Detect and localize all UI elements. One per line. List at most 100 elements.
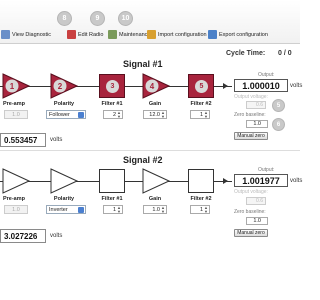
signal-2-output-voltage-field: 0.6: [246, 197, 266, 205]
signal-1-title: Signal #1: [123, 59, 163, 69]
preamp-block-1-number: 1: [10, 82, 15, 91]
polarity-select-2-value: Inverter: [49, 206, 68, 213]
preamp-block-2[interactable]: [2, 168, 30, 194]
signal-1-input-units: volts: [50, 137, 63, 143]
stepper-arrows-icon[interactable]: ▲ ▼: [204, 111, 208, 119]
chevron-down-icon: [78, 112, 84, 118]
chevron-down-icon: [78, 207, 84, 213]
stepper-arrows-icon[interactable]: ▲ ▼: [204, 206, 208, 214]
export-configuration-label: Export configuration: [219, 31, 268, 38]
view-diagnostic-label: View Diagnostic: [12, 31, 52, 38]
signal-1-output-label: Output:: [258, 72, 275, 78]
signal-1-output-units: volts: [290, 83, 303, 89]
signal-2-output-voltage-label: Output voltage:: [234, 189, 268, 195]
signal-1-output-voltage-label: Output voltage:: [234, 94, 268, 100]
gain-label-2: Gain: [148, 196, 162, 202]
export-configuration-button[interactable]: Export configuration: [208, 28, 268, 41]
preamp-gain-field-1: 1.0: [4, 110, 28, 119]
maintenance-button[interactable]: Maintenance: [108, 28, 151, 41]
filter1-block-2[interactable]: [99, 169, 125, 193]
callout-badge-10: 10: [118, 11, 133, 26]
callout-badge-8: 8: [57, 11, 72, 26]
stepper-arrows-icon[interactable]: ▲ ▼: [161, 206, 165, 214]
signal-2-zero-baseline-label: Zero baseline:: [234, 209, 266, 215]
callout-badge-5: 5: [272, 99, 285, 112]
signal-2-output-arrow: [223, 178, 228, 184]
callout-badge-9: 9: [90, 11, 105, 26]
signal-1-output-voltage-field: 0.6: [246, 101, 266, 109]
diagnostic-icon: [1, 30, 10, 39]
signal-2-output-units: volts: [290, 178, 303, 184]
filter1-stepper-1-value: 2: [112, 111, 116, 118]
signal-2-input-units: volts: [50, 233, 63, 239]
callout-badge-6: 6: [272, 118, 285, 131]
cycle-time-value: 0 / 0: [278, 50, 292, 57]
stepper-arrows-icon[interactable]: ▲ ▼: [117, 111, 121, 119]
signal-2-output-label: Output:: [258, 167, 275, 173]
gain-label-1: Gain: [148, 101, 162, 107]
signal-2-input-value: 3.027226: [0, 229, 46, 243]
polarity-block-1-number: 2: [58, 82, 63, 91]
import-configuration-label: Import configuration: [158, 31, 207, 38]
filter1-stepper-1[interactable]: 2 ▲ ▼: [103, 110, 123, 119]
filter2-stepper-2[interactable]: 1 ▲ ▼: [190, 205, 210, 214]
maintenance-icon: [108, 30, 117, 39]
filter2-stepper-1-value: 1: [199, 111, 203, 118]
import-icon: [147, 30, 156, 39]
edit-radio-button[interactable]: Edit Radio: [67, 28, 103, 41]
maintenance-label: Maintenance: [119, 31, 151, 38]
filter1-label-1: Filter #1: [101, 101, 123, 107]
signal-2-zero-baseline-stepper[interactable]: 1.0: [246, 217, 268, 225]
signal-1-output-arrow: [223, 83, 228, 89]
signal-2-title: Signal #2: [123, 155, 163, 165]
signal-1-input-value: 0.553457: [0, 133, 46, 147]
signal-1-zero-baseline-stepper[interactable]: 1.0: [246, 120, 268, 128]
gain-stepper-1-value: 12.0: [149, 111, 160, 118]
polarity-label-2: Polarity: [53, 196, 75, 202]
stepper-arrows-icon[interactable]: ▲ ▼: [161, 111, 165, 119]
filter2-block-1-number: 5: [195, 80, 208, 93]
filter1-stepper-2[interactable]: 1 ▲ ▼: [103, 205, 123, 214]
preamp-label-2: Pre-amp: [2, 196, 25, 202]
gain-block-1-number: 4: [150, 82, 155, 91]
signal-1-zero-baseline-value: 1.0: [253, 121, 261, 127]
cycle-time-label: Cycle Time:: [226, 50, 266, 57]
polarity-block-2[interactable]: [50, 168, 78, 194]
polarity-select-1-value: Follower: [49, 111, 70, 118]
preamp-label-1: Pre-amp: [2, 101, 25, 107]
preamp-gain-field-2: 1.0: [4, 205, 28, 214]
view-diagnostic-button[interactable]: View Diagnostic: [1, 28, 51, 41]
filter2-label-2: Filter #2: [190, 196, 212, 202]
filter1-stepper-2-value: 1: [112, 206, 116, 213]
gain-block-1[interactable]: 4: [142, 73, 170, 99]
filter2-block-1[interactable]: 5: [188, 74, 214, 98]
signal-1-output-value: 1.000010: [234, 79, 288, 92]
polarity-select-2[interactable]: Inverter: [46, 205, 86, 214]
gain-block-2[interactable]: [142, 168, 170, 194]
signal-2-manual-zero-button[interactable]: Manual zero: [234, 229, 268, 237]
signal-2-zero-baseline-value: 1.0: [253, 218, 261, 224]
gain-stepper-2-value: 1.0: [152, 206, 160, 213]
stepper-arrows-icon[interactable]: ▲ ▼: [117, 206, 121, 214]
import-configuration-button[interactable]: Import configuration: [147, 28, 207, 41]
signal-1-manual-zero-button[interactable]: Manual zero: [234, 132, 268, 140]
gain-stepper-2[interactable]: 1.0 ▲ ▼: [143, 205, 167, 214]
edit-radio-label: Edit Radio: [78, 31, 104, 38]
filter1-label-2: Filter #1: [101, 196, 123, 202]
gain-stepper-1[interactable]: 12.0 ▲ ▼: [143, 110, 167, 119]
preamp-block-1[interactable]: 1: [2, 73, 30, 99]
signal-2-output-value: 1.001977: [234, 174, 288, 187]
filter2-label-1: Filter #2: [190, 101, 212, 107]
signal-divider: [0, 150, 300, 151]
filter1-block-1-number: 3: [106, 80, 119, 93]
polarity-label-1: Polarity: [53, 101, 75, 107]
polarity-block-1[interactable]: 2: [50, 73, 78, 99]
filter2-stepper-1[interactable]: 1 ▲ ▼: [190, 110, 210, 119]
filter1-block-1[interactable]: 3: [99, 74, 125, 98]
signal-1-zero-baseline-label: Zero baseline:: [234, 112, 266, 118]
export-icon: [208, 30, 217, 39]
radio-icon: [67, 30, 76, 39]
filter2-stepper-2-value: 1: [199, 206, 203, 213]
filter2-block-2[interactable]: [188, 169, 214, 193]
polarity-select-1[interactable]: Follower: [46, 110, 86, 119]
